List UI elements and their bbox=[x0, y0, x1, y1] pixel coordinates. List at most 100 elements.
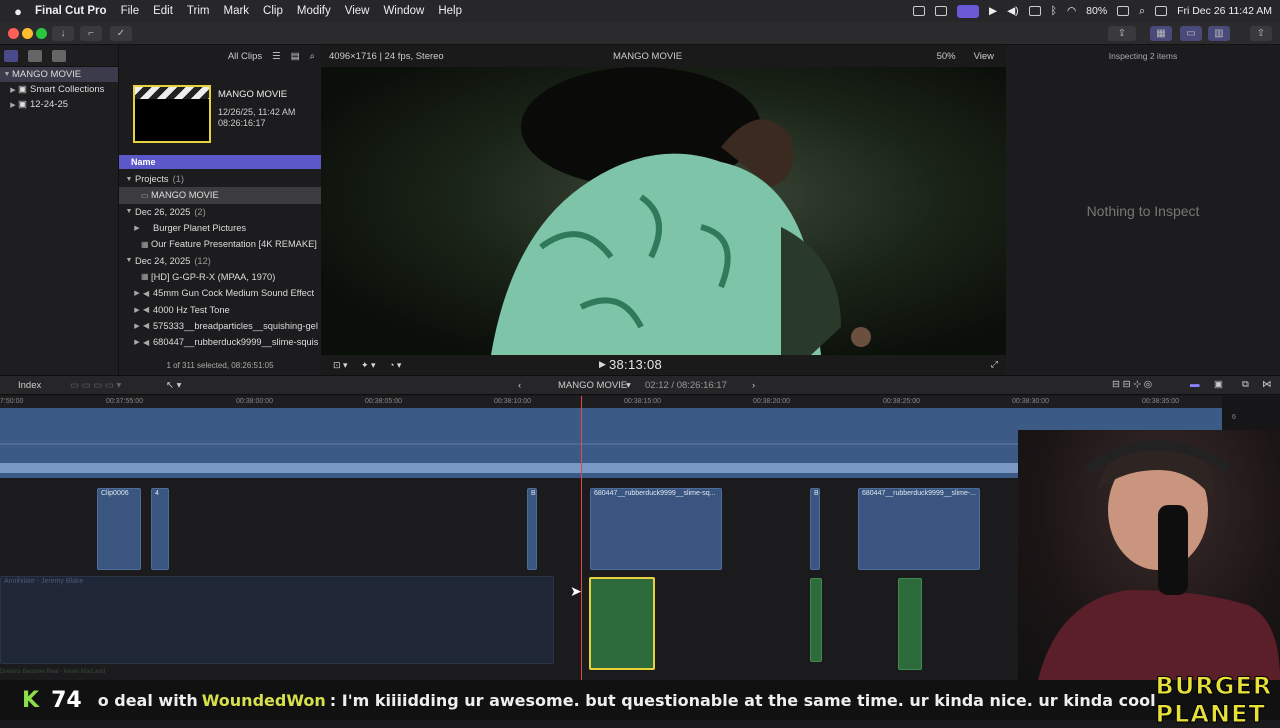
keyword-icon[interactable]: ⌐ bbox=[80, 26, 102, 41]
inspector-toggle-icon[interactable]: ▥ bbox=[1208, 26, 1230, 41]
disclosure-closed-icon[interactable]: ▶ bbox=[131, 289, 143, 297]
chevron-down-icon[interactable]: ▾ bbox=[626, 380, 631, 391]
library-item-event[interactable]: ▶ ▣ 12-24-25 bbox=[0, 97, 118, 112]
snapping-icon[interactable]: ▬ bbox=[1190, 379, 1200, 390]
audio-clip[interactable] bbox=[810, 578, 822, 662]
menu-window[interactable]: Window bbox=[383, 5, 424, 17]
list-item[interactable]: ▭ MANGO MOVIE bbox=[119, 187, 321, 204]
bluetooth-icon[interactable]: ᛒ bbox=[1051, 5, 1057, 17]
libraries-icon[interactable] bbox=[4, 49, 18, 62]
apple-menu-icon[interactable]: ● bbox=[8, 4, 28, 19]
wifi-icon[interactable]: ◠ bbox=[1067, 5, 1076, 17]
column-header-name[interactable]: Name bbox=[119, 155, 321, 169]
search-icon[interactable]: ⌕ bbox=[310, 51, 315, 62]
disclosure-closed-icon[interactable]: ▶ bbox=[131, 322, 143, 330]
close-window-button[interactable] bbox=[8, 28, 19, 39]
menu-clip[interactable]: Clip bbox=[263, 5, 283, 17]
view-menu[interactable]: View bbox=[974, 51, 994, 62]
disclosure-closed-icon[interactable]: ▶ bbox=[131, 338, 143, 346]
audio-tools-icons[interactable]: ⊟ ⊟ ⊹ ◎ bbox=[1112, 379, 1152, 390]
menu-edit[interactable]: Edit bbox=[153, 5, 173, 17]
menu-help[interactable]: Help bbox=[438, 5, 462, 17]
audio-clip[interactable]: B bbox=[810, 488, 820, 570]
disclosure-closed-icon[interactable]: ▶ bbox=[131, 306, 143, 314]
timecode-display[interactable]: 38:13:08 bbox=[609, 357, 662, 372]
minimize-window-button[interactable] bbox=[22, 28, 33, 39]
timeline-ruler[interactable]: 7:50:00 00:37:55:00 00:38:00:00 00:38:05… bbox=[0, 396, 1222, 408]
audio-clip[interactable]: 680447__rubberduck9999__slime-sq... bbox=[590, 488, 722, 570]
play-icon[interactable]: ▶ bbox=[989, 5, 997, 17]
transform-icon[interactable]: ⊡ ▾ bbox=[333, 360, 348, 371]
effects-browser-icon[interactable]: ⧉ bbox=[1242, 379, 1249, 390]
share-export-icon[interactable]: ⇧ bbox=[1250, 26, 1272, 41]
list-item[interactable]: ▶ Burger Planet Pictures bbox=[119, 220, 321, 236]
battery-label[interactable]: 80% bbox=[1086, 5, 1107, 17]
group-dec-24[interactable]: ▼ Dec 24, 2025 (12) bbox=[119, 252, 321, 268]
clip-appearance-icon[interactable]: ▤ bbox=[291, 51, 300, 62]
selected-audio-clip[interactable] bbox=[589, 577, 655, 670]
transitions-icon[interactable]: ⋈ bbox=[1262, 379, 1272, 390]
audio-clip[interactable] bbox=[898, 578, 922, 670]
volume-icon[interactable]: ◀) bbox=[1007, 5, 1019, 17]
titles-generators-icon[interactable] bbox=[52, 49, 66, 62]
list-view-icon[interactable]: ☰ bbox=[272, 51, 281, 62]
video-frame[interactable] bbox=[321, 67, 1006, 355]
screen-mirror-icon[interactable] bbox=[957, 4, 980, 18]
select-tool-icon[interactable]: ↖ ▾ bbox=[166, 380, 181, 391]
next-icon[interactable]: › bbox=[752, 380, 755, 391]
group-projects[interactable]: ▼ Projects (1) bbox=[119, 171, 321, 187]
menu-file[interactable]: File bbox=[121, 5, 140, 17]
list-item[interactable]: ▶ ◀ 680447__rubberduck9999__slime-squis bbox=[119, 334, 321, 350]
disclosure-open-icon[interactable]: ▼ bbox=[123, 176, 135, 183]
list-item[interactable]: ▶ ◀ 45mm Gun Cock Medium Sound Effect bbox=[119, 285, 321, 301]
music-clip[interactable]: Annihilate - Jeremy Blake bbox=[0, 576, 554, 664]
library-item-mango-movie[interactable]: ▼ MANGO MOVIE bbox=[0, 67, 118, 82]
clock[interactable]: Fri Dec 26 11:42 AM bbox=[1177, 5, 1272, 17]
index-button[interactable]: Index bbox=[18, 380, 41, 391]
menu-mark[interactable]: Mark bbox=[223, 5, 249, 17]
play-button[interactable]: ▶ bbox=[599, 359, 606, 370]
photos-audio-icon[interactable] bbox=[28, 49, 42, 62]
timeline-toggle-icon[interactable]: ▭ bbox=[1180, 26, 1202, 41]
globe-icon[interactable] bbox=[935, 6, 948, 16]
group-dec-26[interactable]: ▼ Dec 26, 2025 (2) bbox=[119, 204, 321, 220]
disclosure-closed-icon[interactable]: ▶ bbox=[8, 86, 18, 94]
background-tasks-icon[interactable]: ✓ bbox=[110, 26, 132, 41]
disclosure-open-icon[interactable]: ▼ bbox=[123, 208, 135, 215]
audio-clip[interactable]: 680447__rubberduck9999__slime-... bbox=[858, 488, 980, 570]
import-icon[interactable]: ↓ bbox=[52, 26, 74, 41]
effects-icon[interactable]: ✦ ▾ bbox=[361, 360, 376, 371]
timeline-project-name[interactable]: MANGO MOVIE bbox=[558, 380, 627, 391]
clip-appearance-icon[interactable]: ▣ bbox=[1214, 379, 1223, 390]
disclosure-closed-icon[interactable]: ▶ bbox=[131, 224, 143, 232]
search-icon[interactable]: ⌕ bbox=[1139, 5, 1145, 18]
audio-clip[interactable]: 4 bbox=[151, 488, 169, 570]
display-icon[interactable] bbox=[1028, 6, 1041, 16]
list-item[interactable]: ▦ Our Feature Presentation [4K REMAKE] bbox=[119, 236, 321, 252]
zoom-menu[interactable]: 50% bbox=[937, 51, 956, 62]
disclosure-closed-icon[interactable]: ▶ bbox=[8, 101, 18, 109]
disclosure-open-icon[interactable]: ▼ bbox=[2, 71, 12, 78]
list-item[interactable]: ▶ ◀ 575333__breadparticles__squishing-ge… bbox=[119, 318, 321, 334]
fullscreen-icon[interactable]: ⤢ bbox=[991, 359, 998, 370]
browser-toggle-icon[interactable]: ▦ bbox=[1150, 26, 1172, 41]
audio-clip[interactable]: B bbox=[527, 488, 537, 570]
share-icon[interactable]: ⇪ bbox=[1108, 26, 1136, 41]
project-thumbnail[interactable] bbox=[133, 85, 211, 143]
audio-clip[interactable]: Clip0006 bbox=[97, 488, 141, 570]
menu-modify[interactable]: Modify bbox=[297, 5, 331, 17]
edit-tools-icon[interactable]: ▭ ▭ ▭ ▭ ▾ bbox=[70, 380, 121, 391]
disclosure-open-icon[interactable]: ▼ bbox=[123, 257, 135, 264]
zoom-window-button[interactable] bbox=[36, 28, 47, 39]
screen-record-icon[interactable] bbox=[913, 6, 926, 16]
speed-icon[interactable]: ◔ ▾ bbox=[389, 360, 401, 371]
menu-view[interactable]: View bbox=[345, 5, 370, 17]
list-item[interactable]: ▶ ◀ 4000 Hz Test Tone bbox=[119, 301, 321, 317]
app-menu[interactable]: Final Cut Pro bbox=[35, 5, 107, 17]
control-center-icon[interactable] bbox=[1155, 6, 1168, 16]
playhead[interactable] bbox=[581, 396, 582, 680]
clip-filter-menu[interactable]: All Clips bbox=[228, 51, 262, 62]
menu-trim[interactable]: Trim bbox=[187, 5, 210, 17]
library-item-smart-collections[interactable]: ▶ ▣ Smart Collections bbox=[0, 82, 118, 97]
previous-icon[interactable]: ‹ bbox=[518, 380, 521, 391]
